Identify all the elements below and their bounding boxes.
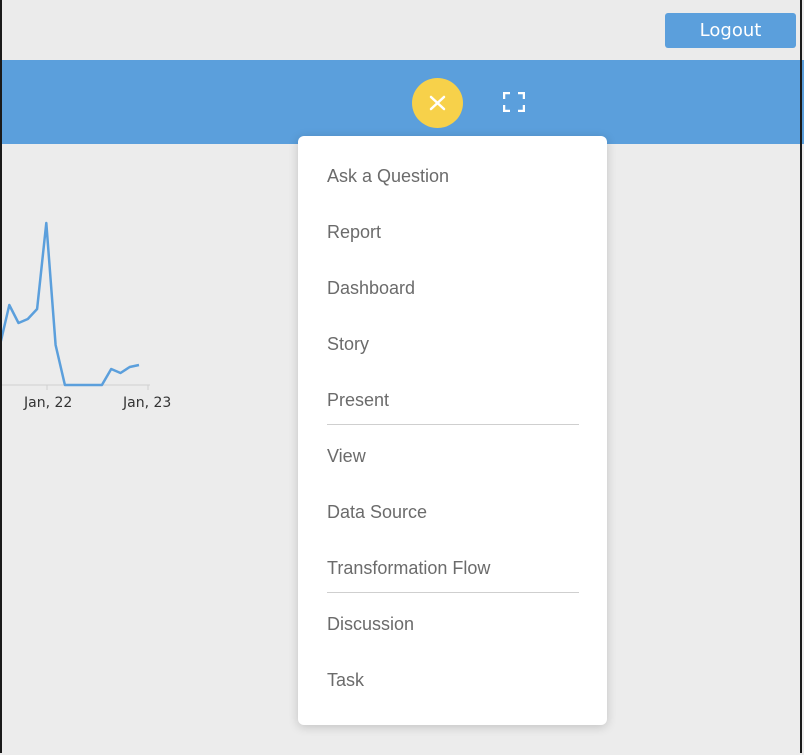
x-tick-label: Jan, 22 — [24, 395, 73, 411]
menu-item-report[interactable]: Report — [327, 222, 381, 243]
menu-divider — [327, 592, 579, 593]
x-tick-label: Jan, 23 — [123, 395, 172, 411]
toolbar — [0, 60, 804, 144]
close-icon — [429, 95, 446, 111]
menu-item-story[interactable]: Story — [327, 334, 369, 355]
logout-button[interactable]: Logout — [665, 13, 796, 48]
menu-item-discussion[interactable]: Discussion — [327, 614, 414, 635]
menu-item-ask-a-question[interactable]: Ask a Question — [327, 166, 449, 187]
create-menu: Ask a Question Report Dashboard Story Presen… — [298, 136, 607, 725]
series-line — [0, 221, 140, 387]
menu-item-view[interactable]: View — [327, 446, 366, 467]
fullscreen-icon[interactable] — [502, 91, 526, 113]
chart-svg — [0, 221, 150, 390]
menu-item-data-source[interactable]: Data Source — [327, 502, 427, 523]
close-button[interactable] — [412, 78, 463, 128]
menu-item-present[interactable]: Present — [327, 390, 389, 411]
menu-divider — [327, 424, 579, 425]
menu-item-dashboard[interactable]: Dashboard — [327, 278, 415, 299]
menu-item-transformation-flow[interactable]: Transformation Flow — [327, 558, 490, 579]
menu-item-task[interactable]: Task — [327, 670, 364, 691]
chart-fragment: Jan, 22 Jan, 23 — [0, 215, 180, 415]
